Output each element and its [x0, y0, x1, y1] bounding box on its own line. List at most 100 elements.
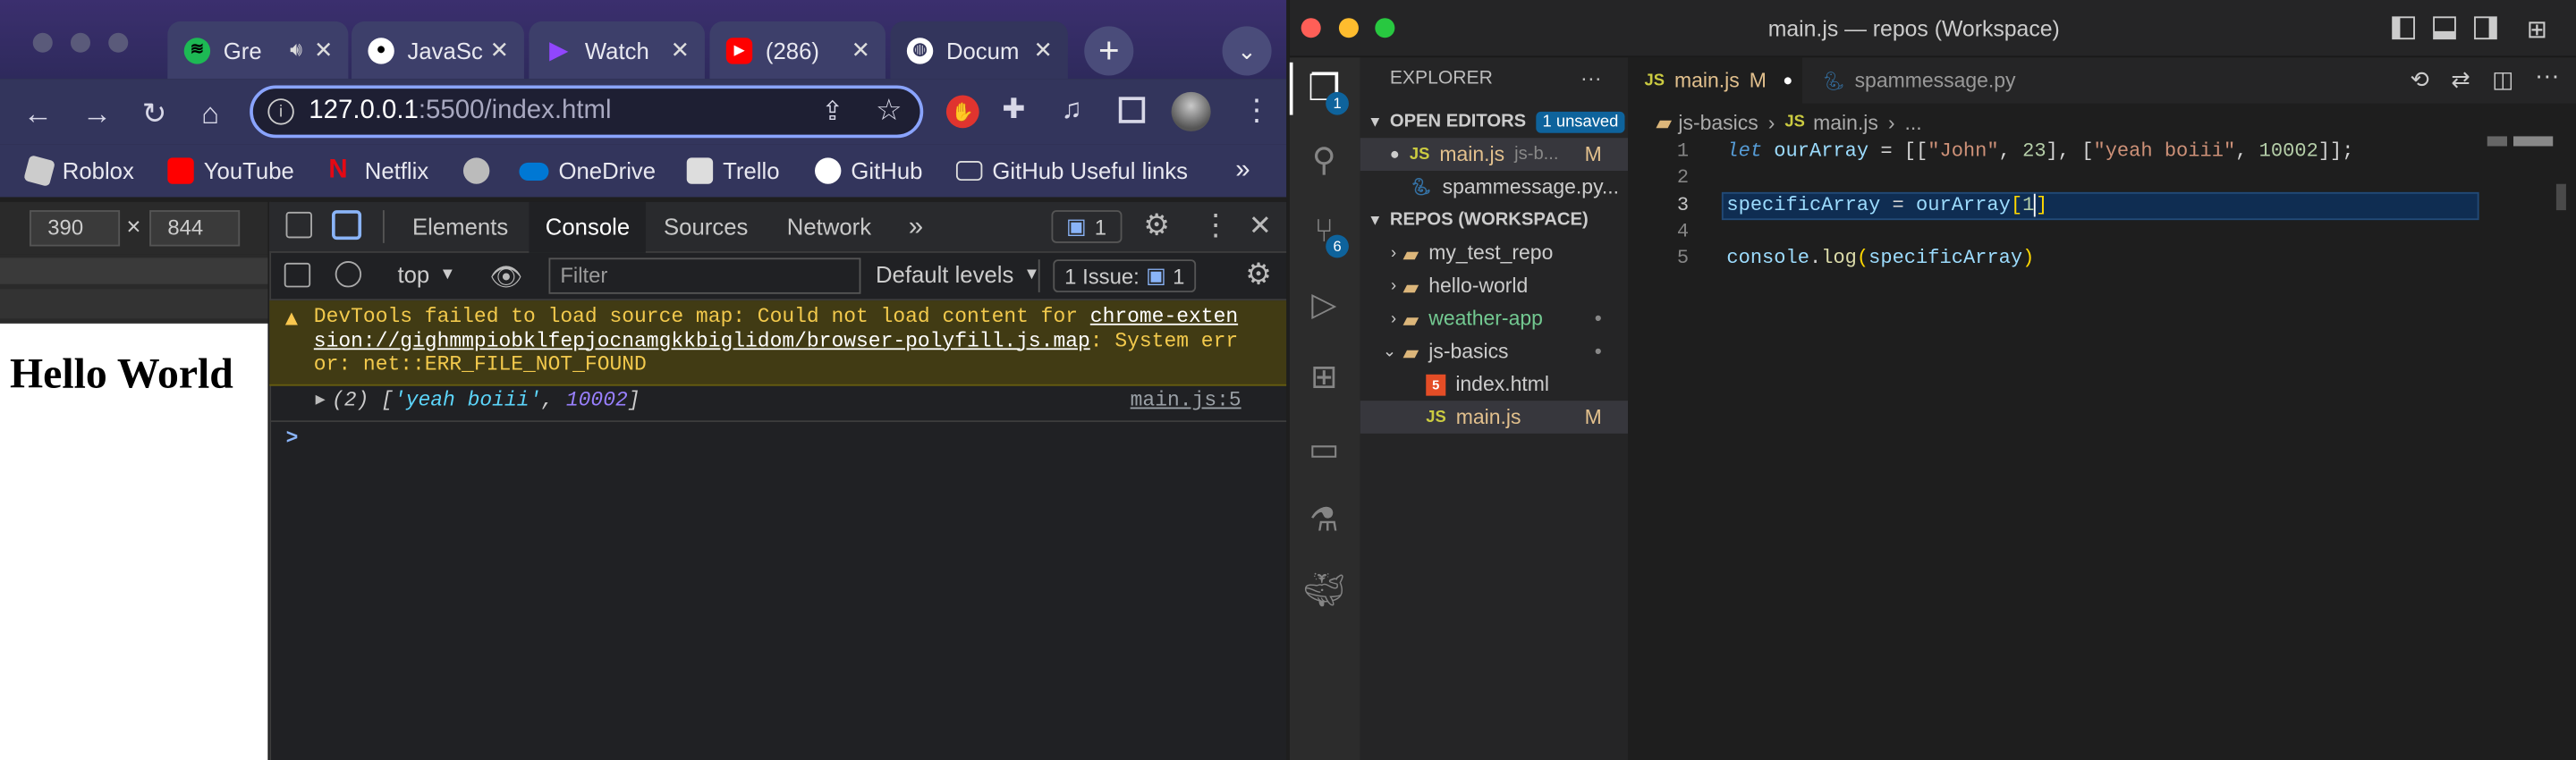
extensions-puzzle-icon[interactable]: ✚	[1002, 94, 1025, 127]
folder-js-basics[interactable]: ⌄ ▰ js-basics •	[1360, 335, 1628, 368]
device-toggle-icon[interactable]	[332, 210, 362, 241]
customize-layout-icon[interactable]: ⊞	[2527, 15, 2547, 44]
tab-sources[interactable]: Sources	[648, 202, 765, 253]
browser-tab-github[interactable]: ● JavaSc ✕	[352, 21, 524, 80]
bookmark-netflix[interactable]: N Netflix	[328, 155, 428, 188]
bookmark-github[interactable]: GitHub	[815, 155, 922, 188]
remote-explorer-icon[interactable]: ▭	[1303, 427, 1346, 470]
more-tabs-chevron[interactable]: »	[892, 202, 939, 253]
close-window-button[interactable]	[32, 32, 53, 53]
folder-my-test-repo[interactable]: › ▰ my_test_repo	[1360, 236, 1628, 269]
forward-arrow-icon[interactable]: →	[79, 96, 114, 131]
explorer-more-icon[interactable]: ···	[1580, 65, 1602, 90]
browser-tab-spotify[interactable]: ≋ Gre 🔊︎ ✕	[167, 21, 349, 80]
split-editor-icon[interactable]: ◫	[2492, 65, 2513, 93]
devtools-menu-kebab-icon[interactable]: ⋮	[1201, 208, 1231, 243]
menu-kebab-icon[interactable]: ⋮	[1242, 94, 1272, 129]
close-tab-icon[interactable]: ✕	[1029, 36, 1058, 63]
tab-elements[interactable]: Elements	[396, 202, 525, 253]
open-editor-main-js[interactable]: ● JS main.js js-b... M	[1360, 138, 1629, 172]
open-editors-section[interactable]: ▼ OPEN EDITORS 1 unsaved	[1360, 106, 1628, 139]
more-bookmarks-chevron[interactable]: »	[1235, 155, 1250, 188]
run-debug-icon[interactable]: ▷	[1303, 283, 1346, 325]
open-changes-icon[interactable]: ⇄	[2451, 65, 2470, 93]
share-icon[interactable]: ⇪	[821, 96, 843, 129]
scrollbar-thumb[interactable]	[2555, 183, 2566, 211]
close-tab-icon[interactable]: ✕	[665, 36, 695, 63]
eye-icon[interactable]: 👁︎	[489, 261, 522, 294]
editor-tab-main-js[interactable]: JS main.js M ●	[1628, 57, 1802, 104]
messages-badge[interactable]: ▣ 1	[1051, 210, 1122, 243]
open-editor-spammessage[interactable]: 🐍︎ spammessage.py...	[1360, 171, 1628, 204]
media-controls-icon[interactable]: ♫	[1062, 94, 1082, 127]
home-icon[interactable]: ⌂	[192, 96, 228, 131]
bookmark-roblox[interactable]: Roblox	[23, 155, 134, 188]
timeline-icon[interactable]: ⟲	[2410, 65, 2429, 93]
back-arrow-icon[interactable]: ←	[20, 96, 55, 131]
breadcrumb-file[interactable]: main.js	[1813, 111, 1878, 134]
file-main-js[interactable]: JS main.js M	[1360, 401, 1629, 434]
toggle-panel-icon[interactable]	[2433, 16, 2456, 40]
media-query-bar[interactable]	[0, 258, 268, 284]
settings-gear-icon[interactable]: ⚙	[1143, 208, 1170, 243]
log-source-link[interactable]: main.js:5	[1131, 389, 1241, 412]
zoom-window-button[interactable]	[1375, 18, 1395, 38]
close-tab-icon[interactable]: ✕	[309, 36, 338, 63]
console-log-output[interactable]: (2) ['yeah boiii', 10002]	[332, 389, 640, 412]
inspect-element-icon[interactable]	[285, 211, 312, 239]
close-tab-icon[interactable]: ✕	[485, 36, 514, 63]
device-width-input[interactable]: 390	[30, 210, 121, 247]
clear-console-icon[interactable]	[335, 261, 362, 288]
tab-network[interactable]: Network	[770, 202, 887, 253]
tab-search-button[interactable]: ⌄	[1222, 26, 1272, 76]
profile-avatar[interactable]	[1171, 91, 1211, 131]
side-panel-icon[interactable]	[1118, 97, 1146, 123]
context-selector[interactable]: top ▼	[397, 261, 455, 287]
file-index-html[interactable]: 5 index.html	[1360, 367, 1628, 401]
ublock-extension-icon[interactable]: ✋	[945, 95, 979, 129]
log-levels-dropdown[interactable]: Default levels ▼	[876, 261, 1040, 287]
testing-flask-icon[interactable]: ⚗	[1303, 498, 1346, 541]
workspace-section[interactable]: ▼ REPOS (WORKSPACE)	[1360, 204, 1628, 237]
browser-tab-document[interactable]: ◍ Docum ✕	[890, 21, 1068, 80]
console-filter-input[interactable]: Filter	[548, 258, 861, 294]
close-devtools-icon[interactable]: ✕	[1249, 210, 1272, 243]
code-line-1[interactable]: let ourArray = [["John", 23], ["yeah boi…	[1726, 139, 2353, 167]
info-icon[interactable]: i	[267, 98, 294, 125]
code-line-3[interactable]: specificArray = ourArray[1]	[1726, 193, 2048, 222]
console-prompt[interactable]: >	[286, 427, 299, 451]
bookmark-star-icon[interactable]: ☆	[876, 94, 902, 129]
reload-icon[interactable]: ↻	[136, 96, 172, 131]
browser-tab-youtube[interactable]: ▶ (286) ✕	[709, 21, 886, 80]
new-tab-button[interactable]: +	[1084, 26, 1134, 76]
zoom-window-button[interactable]	[108, 32, 129, 53]
minimap[interactable]	[2487, 136, 2554, 147]
speaker-icon[interactable]: 🔊︎	[290, 38, 302, 63]
search-icon[interactable]: ⚲	[1303, 138, 1346, 181]
breadcrumb-symbol[interactable]: ...	[1905, 111, 1922, 134]
bookmark-trello[interactable]: Trello	[686, 155, 780, 188]
close-window-button[interactable]	[1301, 18, 1321, 38]
minimize-window-button[interactable]	[1338, 18, 1359, 38]
browser-tab-twitch[interactable]: ▶ Watch ✕	[529, 21, 705, 80]
bookmark-onedrive[interactable]: OneDrive	[519, 155, 656, 188]
unsaved-dot-icon[interactable]: ●	[1783, 72, 1792, 89]
tab-console[interactable]: Console	[529, 201, 647, 253]
toggle-secondary-sidebar-icon[interactable]	[2474, 16, 2497, 40]
issues-badge[interactable]: 1 Issue: ▣ 1	[1053, 259, 1197, 292]
bookmark-github-useful-links[interactable]: GitHub Useful links	[955, 155, 1188, 188]
expand-triangle-icon[interactable]: ▶	[316, 391, 326, 410]
editor-tab-spammessage[interactable]: 🐍︎ spammessage.py	[1806, 57, 2032, 103]
bookmark-youtube[interactable]: YouTube	[167, 155, 294, 188]
console-settings-gear-icon[interactable]: ⚙	[1245, 258, 1272, 292]
breadcrumb-folder[interactable]: js-basics	[1678, 111, 1758, 134]
minimize-window-button[interactable]	[70, 32, 91, 53]
device-height-input[interactable]: 844	[149, 210, 241, 247]
extensions-icon[interactable]: ⊞	[1303, 355, 1346, 398]
toggle-primary-sidebar-icon[interactable]	[2392, 16, 2415, 40]
folder-weather-app[interactable]: › ▰ weather-app •	[1360, 302, 1628, 335]
folder-hello-world[interactable]: › ▰ hello-world	[1360, 269, 1628, 302]
editor-more-icon[interactable]: ···	[2535, 63, 2560, 90]
bookmark-globe[interactable]	[462, 155, 499, 188]
sidebar-toggle-icon[interactable]	[284, 262, 311, 288]
